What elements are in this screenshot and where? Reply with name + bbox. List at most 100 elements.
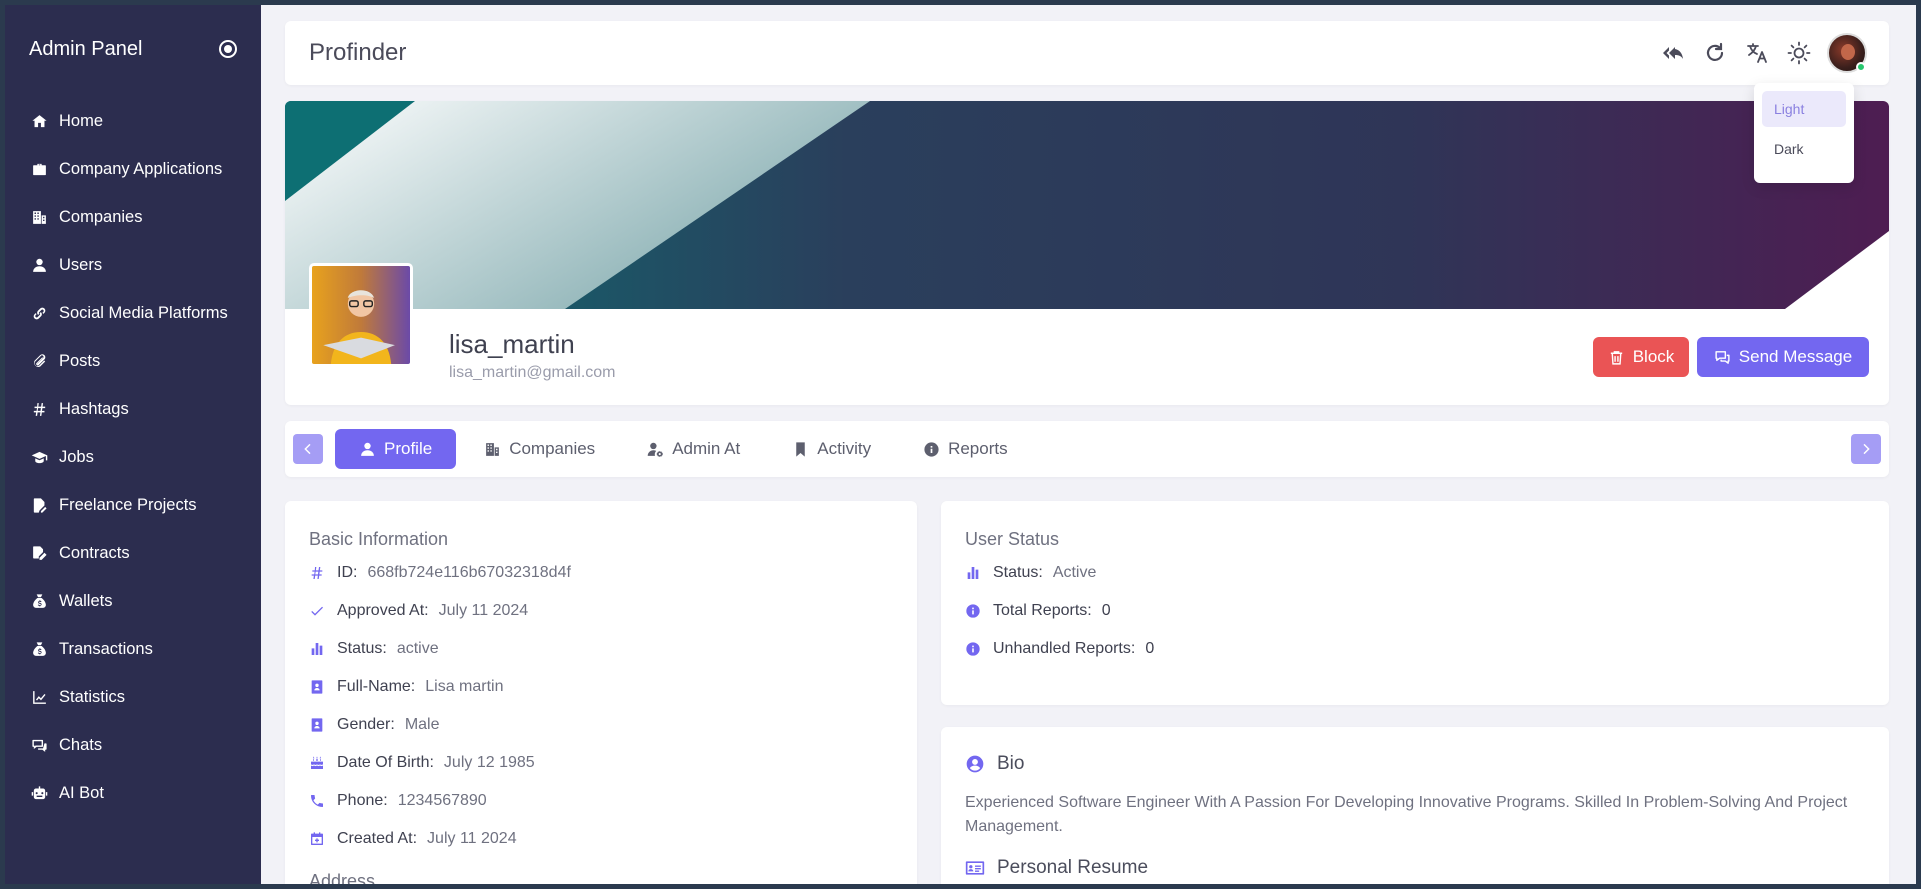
refresh-icon[interactable] xyxy=(1701,39,1729,67)
sidebar-item-wallets[interactable]: Wallets xyxy=(5,577,261,625)
theme-dropdown-menu: Light Dark xyxy=(1754,83,1854,183)
info-label: Status: xyxy=(337,640,387,657)
info-icon xyxy=(924,441,939,457)
profile-header-card: lisa_martin lisa_martin@gmail.com Block … xyxy=(285,101,1889,405)
info-value: July 11 2024 xyxy=(427,830,517,847)
info-label: Full-Name: xyxy=(337,678,416,695)
tab-activity[interactable]: Activity xyxy=(768,429,895,469)
info-row-id: ID: 668fb724e116b67032318d4f xyxy=(309,561,571,585)
info-label: Created At: xyxy=(337,830,418,847)
profile-banner xyxy=(285,101,1889,309)
info-row-approved-at: Approved At: July 11 2024 xyxy=(309,599,528,623)
sidebar-item-users[interactable]: Users xyxy=(5,241,261,289)
sidebar: Admin Panel Home Company Applications Co… xyxy=(5,5,261,884)
user-avatar[interactable] xyxy=(1827,33,1867,73)
sidebar-item-label: Contracts xyxy=(59,543,130,562)
reply-all-icon[interactable] xyxy=(1659,39,1687,67)
sidebar-item-home[interactable]: Home xyxy=(5,97,261,145)
phone-icon xyxy=(309,793,325,809)
tab-reports[interactable]: Reports xyxy=(899,429,1032,469)
info-value: 0 xyxy=(1101,602,1111,619)
hashtag-icon xyxy=(29,399,49,419)
info-label: Date Of Birth: xyxy=(337,754,434,771)
sidebar-item-label: Users xyxy=(59,255,103,274)
id-badge-icon xyxy=(309,679,325,695)
info-value: Male xyxy=(404,716,440,733)
tab-admin-at[interactable]: Admin At xyxy=(623,429,764,469)
calendar-icon xyxy=(309,831,325,847)
block-button[interactable]: Block xyxy=(1593,337,1689,377)
address-section-title: Address xyxy=(309,871,376,884)
info-label: Gender: xyxy=(337,716,395,733)
tab-label: Admin At xyxy=(672,439,741,458)
sidebar-header: Admin Panel xyxy=(5,5,261,93)
sidebar-item-freelance-projects[interactable]: Freelance Projects xyxy=(5,481,261,529)
tab-label: Profile xyxy=(384,439,433,458)
sidebar-menu: Home Company Applications Companies User… xyxy=(5,97,261,817)
sidebar-item-hashtags[interactable]: Hashtags xyxy=(5,385,261,433)
info-value: Lisa martin xyxy=(425,678,504,695)
line-chart-icon xyxy=(29,687,49,707)
info-value: Active xyxy=(1052,564,1097,581)
info-label: Approved At: xyxy=(337,602,429,619)
sidebar-item-jobs[interactable]: Jobs xyxy=(5,433,261,481)
page-title: Profinder xyxy=(309,39,407,66)
navbar-actions xyxy=(1645,33,1867,73)
sun-icon[interactable] xyxy=(1785,39,1813,67)
info-value: 668fb724e116b67032318d4f xyxy=(367,564,571,581)
info-row-full-name: Full-Name: Lisa martin xyxy=(309,675,503,699)
send-message-button[interactable]: Send Message xyxy=(1697,337,1869,377)
sidebar-item-label: Statistics xyxy=(59,687,126,706)
info-value: 0 xyxy=(1145,640,1155,657)
user-icon xyxy=(29,255,49,275)
translate-icon[interactable] xyxy=(1743,39,1771,67)
sidebar-item-label: Posts xyxy=(59,351,101,370)
sidebar-item-ai-bot[interactable]: AI Bot xyxy=(5,769,261,817)
tab-profile[interactable]: Profile xyxy=(335,429,457,469)
building-icon xyxy=(486,442,500,456)
sidebar-item-social-media-platforms[interactable]: Social Media Platforms xyxy=(5,289,261,337)
sidebar-item-label: Company Applications xyxy=(59,159,223,178)
sidebar-item-contracts[interactable]: Contracts xyxy=(5,529,261,577)
file-pen-icon xyxy=(29,495,49,515)
user-circle-icon xyxy=(966,755,984,773)
sidebar-item-label: Jobs xyxy=(59,447,94,466)
tab-companies[interactable]: Companies xyxy=(460,429,619,469)
tabs-scroll-left-button[interactable] xyxy=(293,434,323,464)
sidebar-item-statistics[interactable]: Statistics xyxy=(5,673,261,721)
bio-heading: Bio xyxy=(965,753,1024,775)
sidebar-item-label: Chats xyxy=(59,735,103,754)
profile-tabs: Profile Companies Admin At Activity Repo… xyxy=(285,421,1889,477)
tabs-scroll-right-button[interactable] xyxy=(1851,434,1881,464)
sidebar-item-chats[interactable]: Chats xyxy=(5,721,261,769)
id-card-icon xyxy=(965,861,985,875)
sidebar-item-label: Home xyxy=(59,111,104,130)
online-status-indicator xyxy=(1856,62,1866,72)
sidebar-item-posts[interactable]: Posts xyxy=(5,337,261,385)
info-label: ID: xyxy=(337,564,358,581)
top-navbar: Profinder xyxy=(285,21,1889,85)
sidebar-item-label: Transactions xyxy=(59,639,153,658)
send-message-button-label: Send Message xyxy=(1738,347,1853,366)
personal-resume-title: Personal Resume xyxy=(997,857,1149,878)
info-label: Phone: xyxy=(337,792,388,809)
link-icon xyxy=(29,303,49,323)
sidebar-item-label: Wallets xyxy=(59,591,113,610)
money-bag-icon xyxy=(29,639,49,659)
tab-label: Reports xyxy=(948,439,1008,458)
home-icon xyxy=(29,111,49,131)
sidebar-item-company-applications[interactable]: Company Applications xyxy=(5,145,261,193)
theme-option-dark[interactable]: Dark xyxy=(1762,131,1846,167)
theme-option-light[interactable]: Light xyxy=(1762,91,1846,127)
sidebar-item-label: AI Bot xyxy=(59,783,104,802)
sidebar-item-transactions[interactable]: Transactions xyxy=(5,625,261,673)
info-icon xyxy=(965,603,981,619)
hashtag-icon xyxy=(309,565,325,581)
info-row-created-at: Created At: July 11 2024 xyxy=(309,827,517,851)
bio-title: Bio xyxy=(997,753,1025,774)
sidebar-item-companies[interactable]: Companies xyxy=(5,193,261,241)
bar-chart-icon xyxy=(309,641,325,657)
sidebar-toggle-icon[interactable] xyxy=(219,40,237,58)
tab-label: Companies xyxy=(509,439,596,458)
user-status-card: User Status Status: Active Total Reports… xyxy=(941,501,1889,705)
